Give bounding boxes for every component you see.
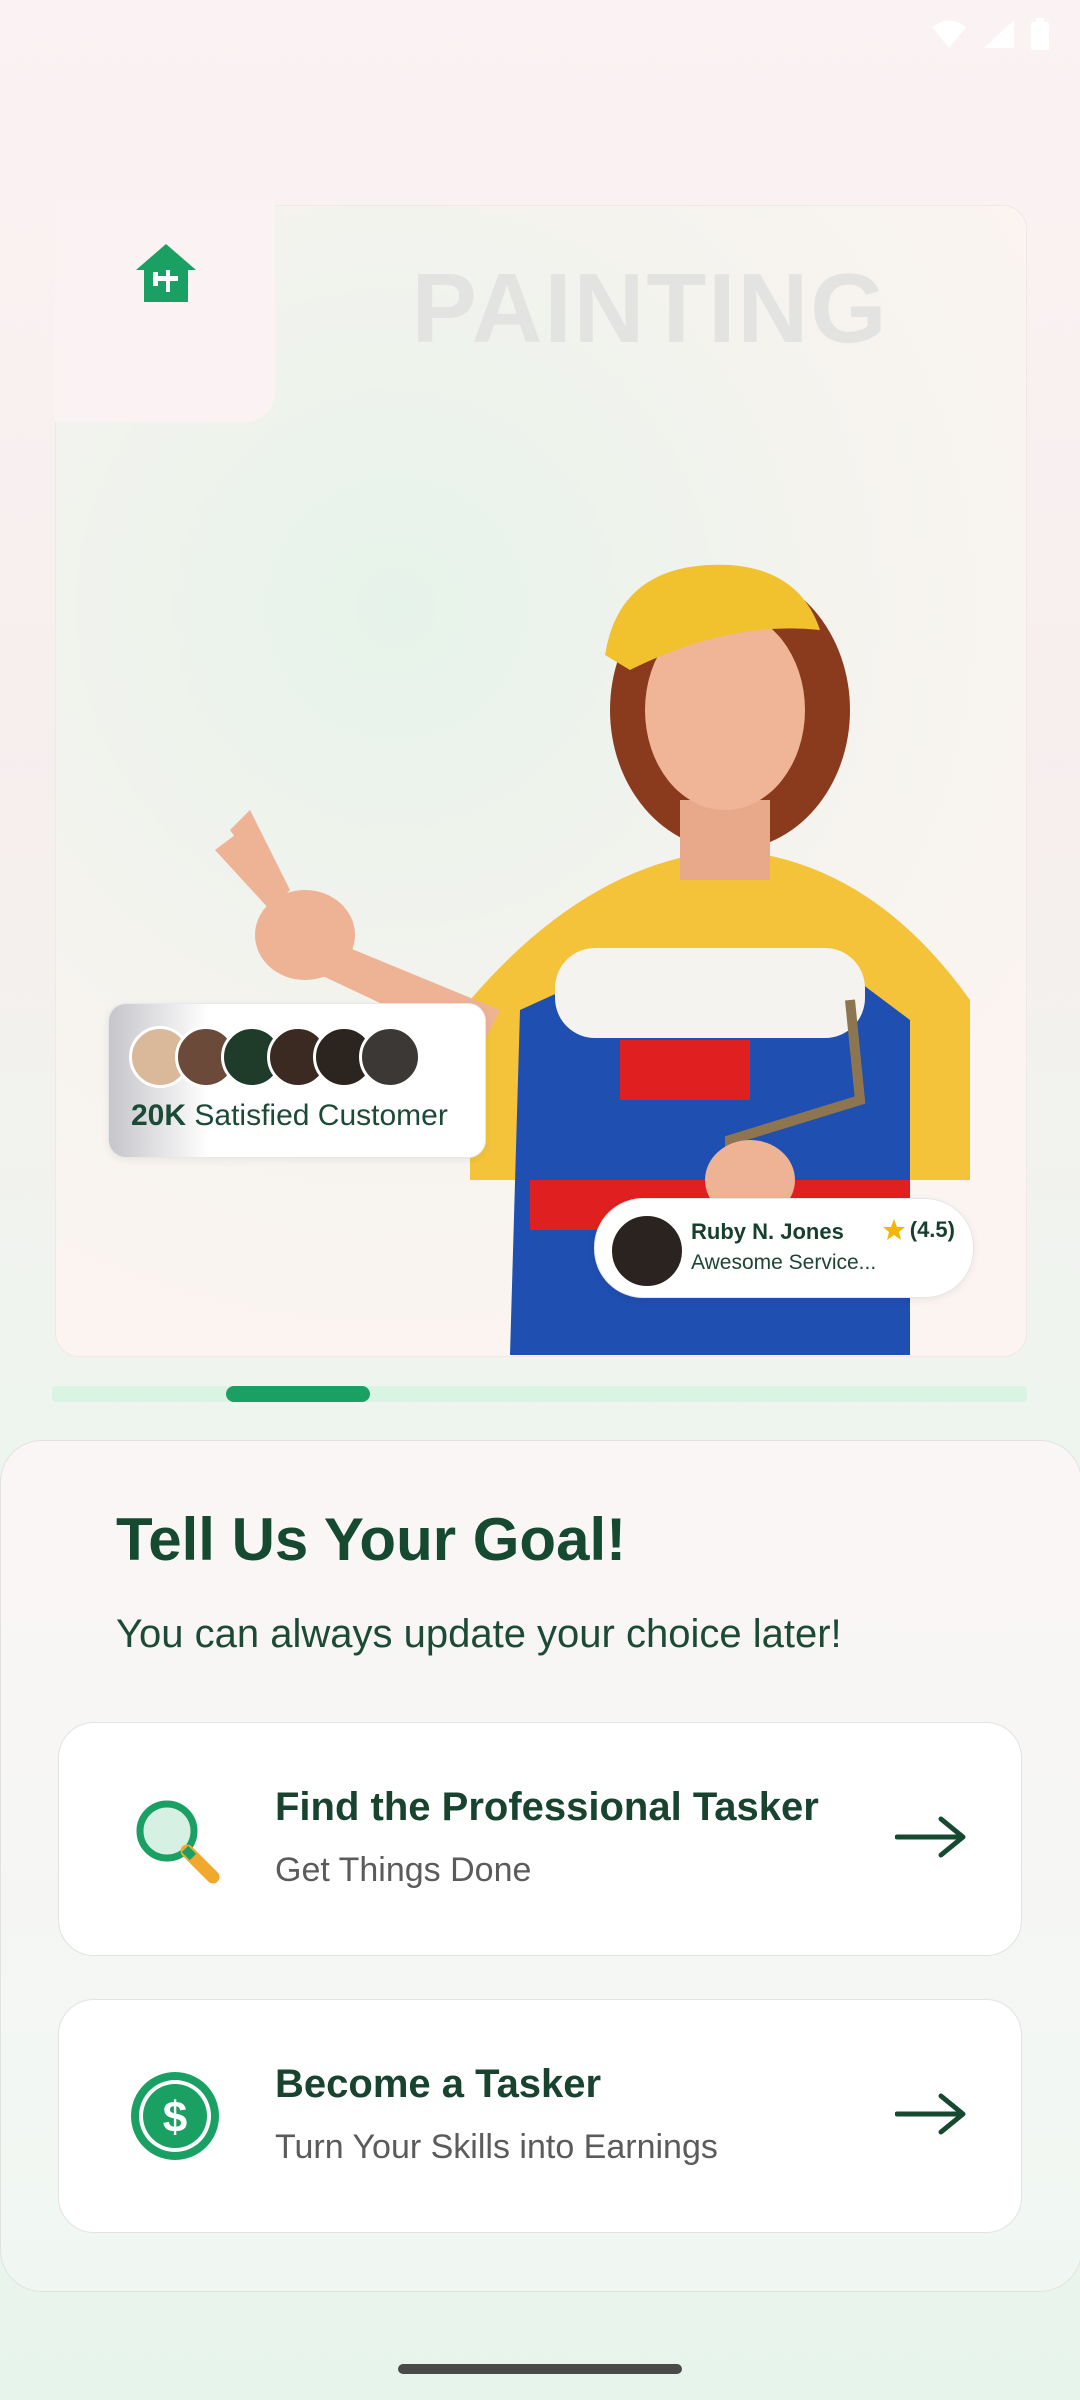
- arrow-right-icon: [895, 1816, 966, 1858]
- customers-label: Satisfied Customer: [194, 1099, 448, 1132]
- gesture-home-indicator[interactable]: [398, 2364, 682, 2374]
- dollar-coin-icon: $: [131, 2072, 219, 2160]
- satisfied-customers-badge: 20K Satisfied Customer: [108, 1003, 486, 1158]
- category-title: PAINTING: [411, 253, 889, 363]
- rating-value: (4.5): [909, 1217, 955, 1242]
- wifi-icon: [932, 20, 966, 48]
- option-subtitle: Get Things Done: [275, 1851, 532, 1889]
- review-rating: (4.5): [882, 1217, 955, 1243]
- goal-title: Tell Us Your Goal!: [116, 1506, 627, 1573]
- arrow-right-icon: [895, 2093, 966, 2135]
- pager-active-indicator: [226, 1386, 370, 1402]
- find-tasker-option[interactable]: Find the Professional Tasker Get Things …: [58, 1722, 1022, 1956]
- review-badge: Ruby N. Jones Awesome Service... (4.5): [594, 1198, 974, 1298]
- goal-subtitle: You can always update your choice later!: [116, 1612, 842, 1656]
- review-text: Awesome Service...: [691, 1251, 877, 1274]
- avatar: [359, 1026, 421, 1088]
- home-repair-icon: [136, 244, 196, 302]
- customer-avatars: [129, 1026, 421, 1088]
- status-bar: [0, 0, 1080, 72]
- customers-count: 20K: [131, 1099, 187, 1132]
- option-subtitle: Turn Your Skills into Earnings: [275, 2128, 718, 2166]
- hero-notch: [55, 200, 275, 422]
- option-title: Become a Tasker: [275, 2062, 602, 2106]
- svg-text:$: $: [163, 2093, 187, 2142]
- option-title: Find the Professional Tasker: [275, 1785, 819, 1829]
- customers-text: 20K Satisfied Customer: [131, 1099, 448, 1133]
- become-tasker-option[interactable]: $ Become a Tasker Turn Your Skills into …: [58, 1999, 1022, 2233]
- avatar: [609, 1213, 685, 1289]
- reviewer-name: Ruby N. Jones: [691, 1219, 844, 1244]
- search-icon: [136, 1800, 220, 1884]
- onboarding-pager: [52, 1386, 1027, 1402]
- star-icon: [882, 1219, 905, 1240]
- signal-icon: [984, 20, 1014, 48]
- battery-icon: [1031, 18, 1049, 50]
